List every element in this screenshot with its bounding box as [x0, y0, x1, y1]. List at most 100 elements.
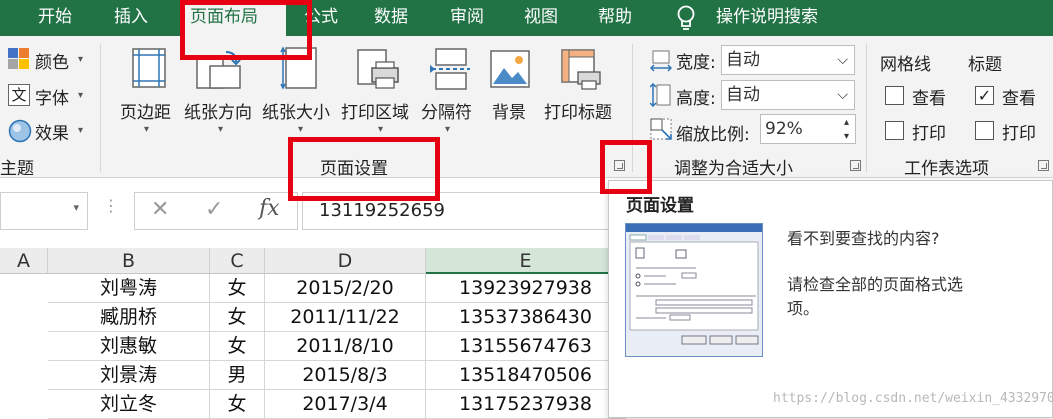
tab-view[interactable]: 视图	[518, 0, 564, 36]
table-cell[interactable]: 13518470506	[426, 361, 626, 390]
tell-me-search[interactable]: 操作说明搜索	[710, 0, 824, 36]
table-cell[interactable]: 13537386430	[426, 303, 626, 332]
paper-size-button[interactable]: 纸张大小	[262, 98, 330, 123]
scale-label: 缩放比例:	[676, 125, 750, 145]
table-cell[interactable]: 2015/2/20	[265, 274, 426, 303]
table-cell[interactable]: 刘立冬	[48, 390, 210, 419]
chevron-down-icon: ▾	[378, 124, 384, 135]
gridlines-view-checkbox[interactable]	[885, 86, 904, 105]
table-cell[interactable]: 女	[210, 303, 265, 332]
table-cell[interactable]: 13175237938	[426, 390, 626, 419]
theme-effects-button[interactable]: 效果	[35, 119, 69, 144]
ribbon-tab-bar: 开始 插入 页面布局 公式 数据 审阅 视图 帮助 操作说明搜索	[0, 0, 1053, 40]
scale-icon	[650, 118, 674, 146]
print-titles-button[interactable]: 打印标题	[544, 98, 612, 123]
margins-icon	[132, 48, 166, 92]
sheet-options-dialog-launcher[interactable]	[1038, 160, 1049, 171]
page-setup-tooltip: 页面设置 看不到要查找的内容? 请检查全部的页面格式选项。 https://bl…	[608, 180, 1053, 418]
gridlines-view-label: 查看	[912, 89, 946, 109]
height-value: 自动	[726, 85, 760, 105]
headings-label: 标题	[968, 55, 1002, 75]
dialog-preview-image	[625, 223, 763, 357]
name-box[interactable]: ▾	[0, 192, 88, 230]
tab-review[interactable]: 审阅	[444, 0, 490, 36]
chevron-down-icon: ▾	[78, 54, 84, 65]
chevron-down-icon: ▾	[144, 124, 150, 135]
chevron-down-icon: ▾	[298, 124, 304, 135]
tooltip-line-1: 看不到要查找的内容?	[787, 229, 940, 248]
breaks-button[interactable]: 分隔符	[421, 98, 472, 123]
theme-fonts-button[interactable]: 字体	[35, 84, 69, 109]
tab-formulas[interactable]: 公式	[298, 0, 344, 36]
table-cell[interactable]: 2011/8/10	[265, 332, 426, 361]
height-icon	[649, 82, 672, 111]
table-cell[interactable]: 13155674763	[426, 332, 626, 361]
chevron-down-icon: ⌵	[837, 52, 848, 68]
column-header-b[interactable]: B	[48, 248, 210, 274]
lightbulb-icon	[674, 4, 698, 36]
chevron-down-icon: ⌵	[837, 87, 848, 103]
table-cell[interactable]: 刘惠敏	[48, 332, 210, 361]
width-value: 自动	[726, 50, 760, 70]
tooltip-line-2: 请检查全部的页面格式选项。	[787, 275, 964, 318]
watermark-text: https://blog.csdn.net/weixin_43329700	[773, 391, 1053, 406]
column-header-e[interactable]: E	[426, 248, 626, 274]
breaks-icon	[430, 48, 470, 94]
group-divider	[100, 44, 101, 172]
column-header-d[interactable]: D	[265, 248, 426, 274]
headings-view-checkbox[interactable]: ✓	[975, 86, 994, 105]
headings-print-label: 打印	[1002, 124, 1036, 144]
tab-data[interactable]: 数据	[368, 0, 414, 36]
tab-help[interactable]: 帮助	[592, 0, 638, 36]
page-setup-dialog-launcher[interactable]	[614, 160, 625, 171]
formula-bar-grip-icon: ⋮	[103, 196, 119, 215]
column-header-a[interactable]: A	[0, 248, 48, 274]
scale-dialog-launcher[interactable]	[850, 160, 861, 171]
tab-insert[interactable]: 插入	[108, 0, 154, 36]
enter-check-icon[interactable]: ✓	[205, 197, 223, 222]
width-select[interactable]: 自动 ⌵	[721, 45, 855, 75]
scale-spinner[interactable]: 92% ▴ ▾	[760, 114, 856, 144]
table-cell[interactable]: 2015/8/3	[265, 361, 426, 390]
table-cell[interactable]: 男	[210, 361, 265, 390]
tab-page-layout[interactable]: 页面布局	[182, 0, 286, 40]
spin-down-icon[interactable]: ▾	[844, 123, 849, 151]
table-cell[interactable]: 女	[210, 332, 265, 361]
background-button[interactable]: 背景	[492, 98, 526, 123]
headings-print-checkbox[interactable]	[975, 121, 994, 140]
gridlines-label: 网格线	[880, 55, 931, 75]
scale-value: 92%	[765, 119, 803, 139]
column-header-c[interactable]: C	[210, 248, 265, 274]
table-cell[interactable]: 臧朋桥	[48, 303, 210, 332]
margins-button[interactable]: 页边距	[120, 98, 171, 123]
table-cell[interactable]: 女	[210, 390, 265, 419]
group-divider	[632, 44, 633, 172]
table-cell[interactable]: 刘粤涛	[48, 274, 210, 303]
cancel-icon[interactable]: ✕	[151, 197, 169, 222]
table-cell[interactable]: 女	[210, 274, 265, 303]
gridlines-print-checkbox[interactable]	[885, 121, 904, 140]
tab-home[interactable]: 开始	[32, 0, 78, 36]
headings-view-label: 查看	[1002, 89, 1036, 109]
chevron-down-icon: ▾	[73, 201, 79, 214]
gridlines-print-label: 打印	[912, 124, 946, 144]
background-icon	[490, 50, 530, 92]
table-cell[interactable]: 刘景涛	[48, 361, 210, 390]
tooltip-title: 页面设置	[626, 196, 694, 216]
table-cell[interactable]: 13923927938	[426, 274, 626, 303]
height-label: 高度:	[676, 89, 716, 109]
scale-to-fit-group-label: 调整为合适大小	[674, 159, 793, 179]
table-cell[interactable]: 2011/11/22	[265, 303, 426, 332]
theme-effects-icon	[8, 119, 32, 147]
theme-fonts-icon: 文	[8, 84, 30, 106]
print-area-icon	[356, 48, 400, 94]
print-area-button[interactable]: 打印区域	[341, 98, 409, 123]
height-select[interactable]: 自动 ⌵	[721, 80, 855, 110]
theme-colors-button[interactable]: 颜色	[35, 48, 69, 73]
table-cell[interactable]: 2017/3/4	[265, 390, 426, 419]
insert-function-button[interactable]: fx	[259, 196, 280, 221]
theme-colors-icon	[8, 48, 30, 74]
theme-group-label: 主题	[0, 159, 34, 179]
ribbon: 颜色 ▾ 文 字体 ▾ 效果 ▾ 主题 页边距 ▾ 纸张方向 ▾ 纸张大小 ▾ …	[0, 36, 1053, 179]
orientation-button[interactable]: 纸张方向	[184, 98, 252, 123]
